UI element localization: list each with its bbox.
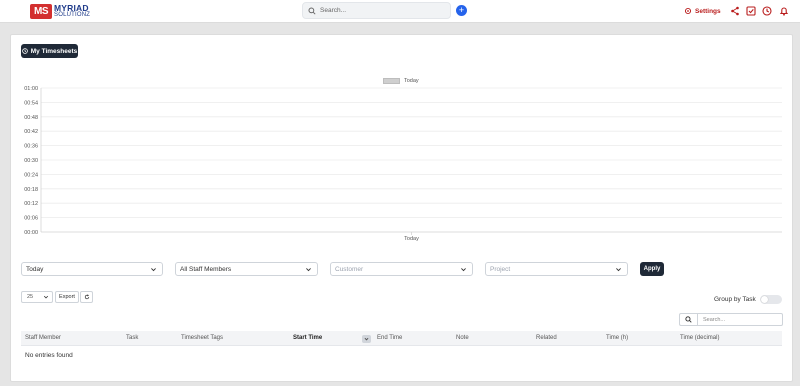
chevron-down-icon [43,295,49,299]
page-length-select[interactable]: 25 [21,291,53,303]
project-filter-select[interactable]: Project [485,262,628,276]
col-task[interactable]: Task [126,331,138,346]
y-tick-label: 01:00 [24,86,38,92]
col-timesheet-tags[interactable]: Timesheet Tags [181,331,223,346]
col-related[interactable]: Related [536,331,557,346]
col-start-time[interactable]: Start Time [293,331,322,346]
customer-filter-placeholder: Customer [335,265,364,273]
y-tick-label: 00:00 [24,230,38,236]
table-search-button[interactable] [679,313,697,326]
x-tick-label: Today [404,236,419,242]
chevron-down-icon [151,268,156,272]
group-by-task-toggle[interactable] [760,295,782,304]
project-filter-placeholder: Project [490,265,511,273]
y-tick-label: 00:48 [24,115,38,121]
y-tick-label: 00:12 [24,201,38,207]
date-filter-select[interactable]: Today [21,262,163,276]
chevron-down-icon [616,268,621,272]
staff-filter-select[interactable]: All Staff Members [175,262,318,276]
table-header: Staff Member Task Timesheet Tags Start T… [21,331,782,346]
y-tick-label: 00:30 [24,158,38,164]
y-tick-label: 00:18 [24,187,38,193]
y-tick-label: 00:54 [24,100,38,106]
customer-filter-select[interactable]: Customer [330,262,473,276]
col-time-decimal[interactable]: Time (decimal) [680,331,719,346]
chevron-down-icon [461,268,466,272]
col-end-time[interactable]: End Time [377,331,402,346]
col-time-h[interactable]: Time (h) [606,331,628,346]
sort-desc-icon[interactable] [362,335,371,343]
staff-filter-value: All Staff Members [180,265,232,273]
col-staff-member[interactable]: Staff Member [25,331,61,346]
apply-button[interactable]: Apply [640,262,664,276]
refresh-button[interactable] [80,291,93,303]
table-search-input[interactable] [697,313,783,326]
y-tick-label: 00:42 [24,129,38,135]
group-by-task-label: Group by Task [714,296,756,303]
export-button[interactable]: Export [55,291,79,303]
chevron-down-icon [306,268,311,272]
date-filter-value: Today [26,265,44,273]
col-note[interactable]: Note [456,331,469,346]
page-length-value: 25 [27,294,34,300]
timesheet-chart: 00:00 00:06 00:12 00:18 00:24 00:30 00:36 00:42… [24,86,782,242]
y-tick-label: 00:24 [24,172,38,178]
y-tick-label: 00:06 [24,216,38,222]
refresh-icon [84,294,89,300]
search-icon [685,316,692,323]
y-tick-label: 00:36 [24,144,38,150]
empty-table-message: No entries found [25,352,73,359]
